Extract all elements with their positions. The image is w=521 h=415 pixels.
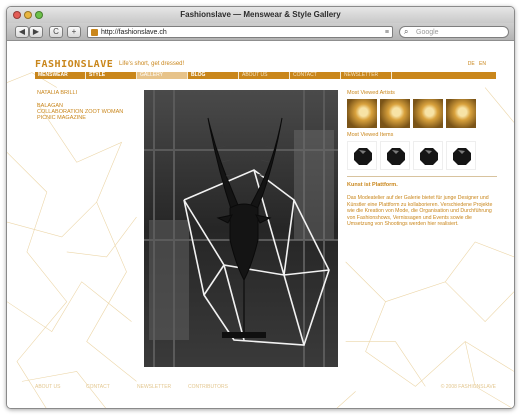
gallery-sidebar: NATALIA BRILLI BALAGAN COLLABORATION ZOO… (37, 90, 137, 121)
right-column: Most Viewed Artists Most Viewed Items Ku… (347, 90, 497, 228)
search-input[interactable]: ⌕ Google (399, 26, 509, 38)
reload-icon: C (53, 27, 59, 36)
window-title: Fashionslave — Menswear & Style Gallery (180, 10, 341, 19)
sidebar-link-picnic[interactable]: PICNIC MAGAZINE (37, 115, 137, 121)
nav-about-us[interactable]: ABOUT US (239, 72, 290, 79)
nav-newsletter[interactable]: NEWSLETTER (341, 72, 392, 79)
antelope-sculpture-image (144, 90, 338, 367)
browser-toolbar: ◀ ▶ C + http://fashionslave.ch ≡ ⌕ Googl… (7, 23, 514, 41)
reload-button[interactable]: C (49, 26, 63, 38)
most-viewed-items-title: Most Viewed Items (347, 132, 394, 138)
item-thumbnail[interactable] (413, 141, 443, 170)
nav-contact[interactable]: CONTACT (290, 72, 341, 79)
artist-thumbnail[interactable] (347, 99, 377, 128)
most-viewed-artists-title: Most Viewed Artists (347, 90, 395, 96)
footer-link-contributors[interactable]: CONTRIBUTORS (188, 384, 239, 391)
gallery-main-photo[interactable] (144, 90, 338, 367)
rss-icon[interactable]: ≡ (385, 27, 389, 38)
footer-link-newsletter[interactable]: NEWSLETTER (137, 384, 188, 391)
browser-window: Fashionslave — Menswear & Style Gallery … (6, 6, 515, 409)
artist-thumbnail[interactable] (413, 99, 443, 128)
artists-thumbnails (347, 99, 497, 128)
section-divider (347, 176, 497, 177)
web-page: FASHIONSLAVE Life's short, get dressed! … (7, 42, 514, 408)
footer-link-about-us[interactable]: ABOUT US (35, 384, 86, 391)
article-title: Kunst ist Plattform. (347, 182, 398, 188)
address-bar[interactable]: http://fashionslave.ch ≡ (87, 26, 393, 38)
items-thumbnails (347, 141, 497, 170)
site-slogan: Life's short, get dressed! (119, 61, 185, 67)
url-text: http://fashionslave.ch (101, 29, 167, 36)
page-footer: ABOUT US CONTACT NEWSLETTER CONTRIBUTORS… (35, 384, 496, 391)
lang-en-link[interactable]: EN (479, 61, 486, 67)
nav-menswear[interactable]: MENSWEAR (35, 72, 86, 79)
site-logo[interactable]: FASHIONSLAVE (35, 59, 113, 70)
lang-de-link[interactable]: DE (468, 61, 475, 67)
gem-icon (387, 148, 405, 165)
forward-button[interactable]: ▶ (29, 26, 43, 38)
footer-copyright: © 2008 FASHIONSLAVE (440, 384, 496, 390)
back-arrow-icon: ◀ (18, 27, 26, 36)
article-text: Das Modeatelier auf der Galerie bietet f… (347, 195, 493, 228)
artist-thumbnail[interactable] (446, 99, 476, 128)
item-thumbnail[interactable] (347, 141, 377, 170)
nav-style[interactable]: STYLE (86, 72, 137, 79)
footer-link-contact[interactable]: CONTACT (86, 384, 137, 391)
back-button[interactable]: ◀ (15, 26, 29, 38)
title-bar: Fashionslave — Menswear & Style Gallery (7, 7, 514, 23)
search-icon: ⌕ (404, 27, 409, 36)
item-thumbnail[interactable] (446, 141, 476, 170)
add-bookmark-icon: + (71, 27, 77, 36)
item-thumbnail[interactable] (380, 141, 410, 170)
search-placeholder: Google (416, 29, 439, 36)
main-navigation: MENSWEAR STYLE GALLERY BLOG ABOUT US CON… (35, 72, 496, 79)
forward-arrow-icon: ▶ (32, 27, 40, 36)
artist-thumbnail[interactable] (380, 99, 410, 128)
nav-blog[interactable]: BLOG (188, 72, 239, 79)
site-favicon-icon (91, 29, 98, 36)
gem-icon (354, 148, 372, 165)
gem-icon (420, 148, 438, 165)
gem-icon (453, 148, 471, 165)
nav-gallery[interactable]: GALLERY (137, 72, 188, 79)
language-switcher: DE EN (465, 61, 486, 67)
add-bookmark-button[interactable]: + (67, 26, 81, 38)
